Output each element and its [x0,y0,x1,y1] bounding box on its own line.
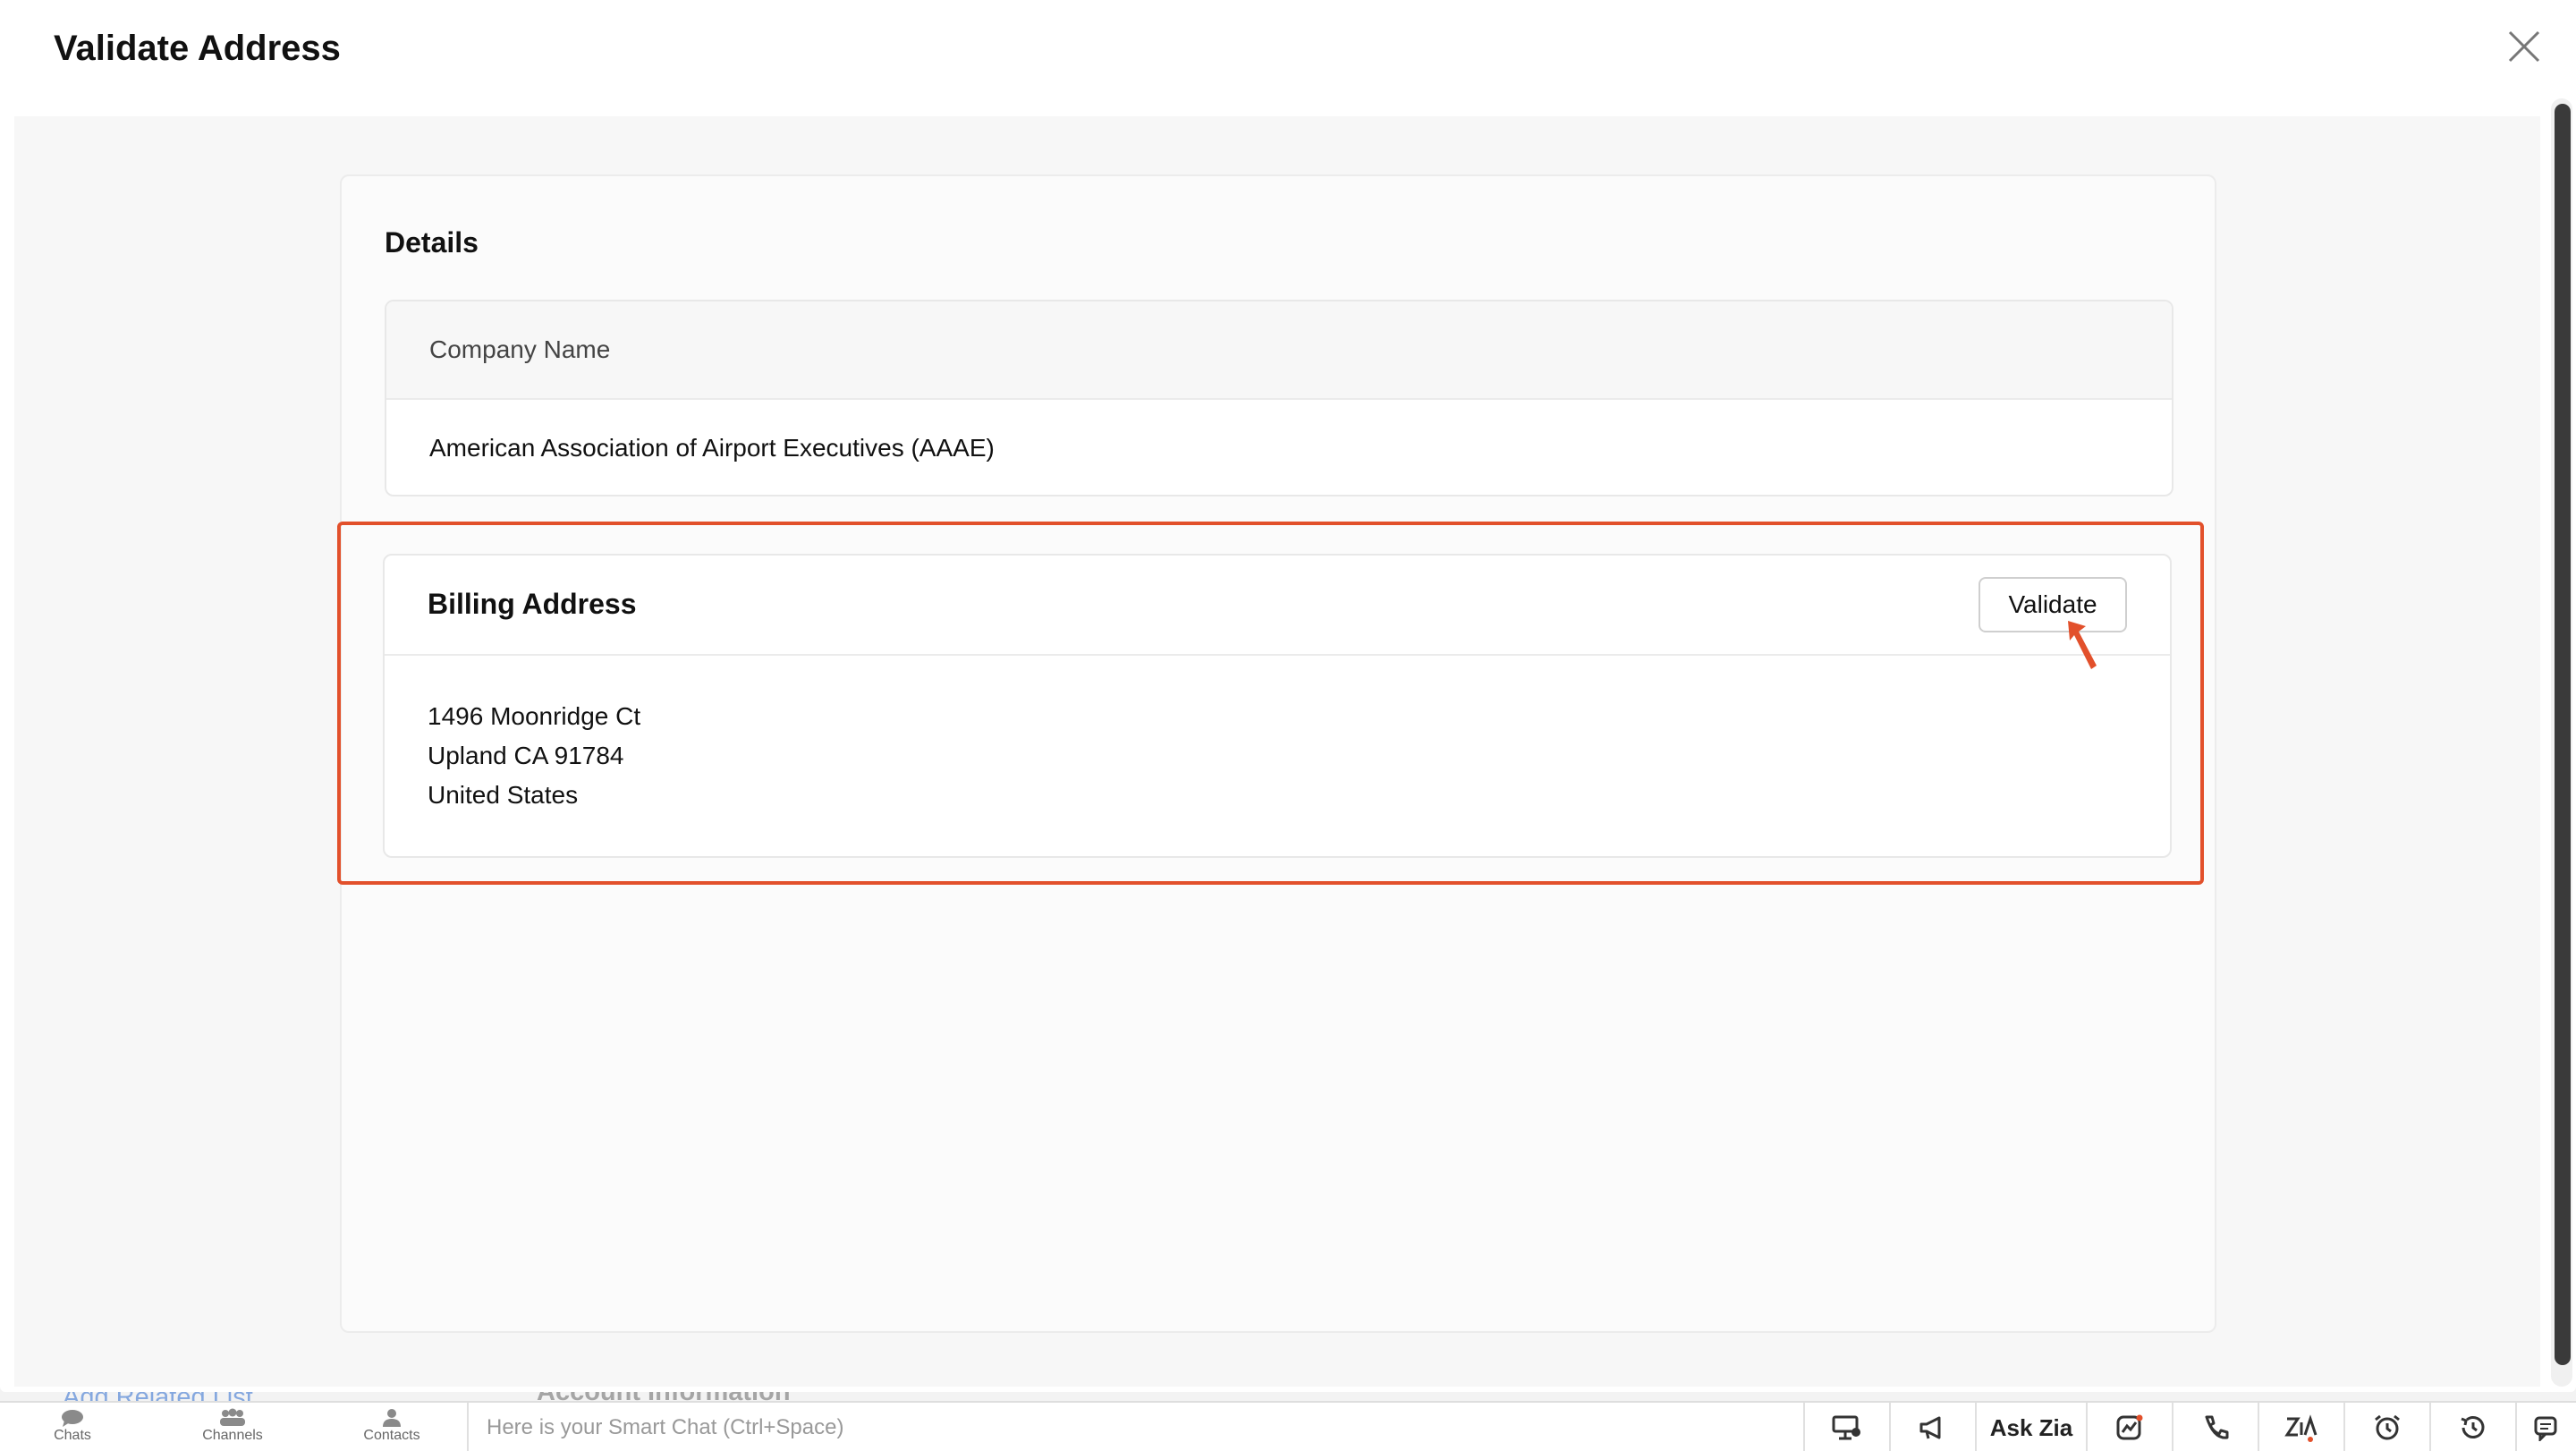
tab-contacts[interactable]: Contacts [343,1403,441,1451]
analytics-button[interactable] [2086,1403,2172,1451]
tab-label: Chats [54,1428,91,1443]
zia-button[interactable] [2258,1403,2343,1451]
alarm-clock-icon [2375,1414,2400,1440]
history-icon [2461,1416,2485,1438]
ask-zia-label: Ask Zia [1989,1413,2073,1441]
screen-share-icon [1832,1415,1860,1440]
history-button[interactable] [2429,1403,2515,1451]
announcement-button[interactable] [1889,1403,1975,1451]
megaphone-icon [1919,1416,1941,1439]
tab-channels[interactable]: Channels [183,1403,282,1451]
smart-chat-input[interactable]: Here is your Smart Chat (Ctrl+Space) [467,1403,1803,1451]
screen-share-button[interactable] [1803,1403,1889,1451]
modal-title: Validate Address [54,29,341,68]
company-name-label: Company Name [386,301,2172,400]
phone-button[interactable] [2172,1403,2258,1451]
tab-label: Contacts [363,1428,420,1443]
reminder-button[interactable] [2343,1403,2429,1451]
tab-chats[interactable]: Chats [23,1403,122,1451]
contact-person-icon [383,1409,401,1427]
validate-address-modal: Validate Address Details Company Name Am… [0,0,2576,1392]
tab-label: Channels [202,1428,263,1443]
company-name-value: American Association of Airport Executiv… [429,434,995,462]
channels-icon [220,1408,245,1426]
chat-bubble-icon [62,1410,83,1427]
chat-help-button[interactable] [2515,1403,2576,1451]
scrollbar-thumb[interactable] [2555,104,2571,1365]
analytics-icon [2116,1414,2143,1440]
company-name-box: Company Name American Association of Air… [385,300,2174,496]
close-icon[interactable] [2504,27,2544,66]
pointer-arrow-icon [2068,621,2097,669]
highlight-box [337,522,2204,885]
details-title: Details [385,226,479,259]
ask-zia-button[interactable]: Ask Zia [1975,1403,2086,1451]
zia-icon [2284,1414,2318,1442]
chat-help-icon [2534,1416,2557,1441]
phone-icon [2205,1415,2229,1439]
bottom-bar: Chats Channels Contacts Here is your Sma… [0,1401,2576,1451]
